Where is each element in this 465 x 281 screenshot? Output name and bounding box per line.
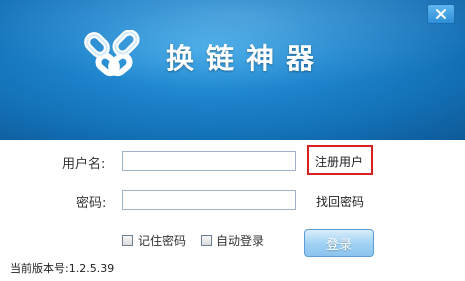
auto-login-label[interactable]: 自动登录 bbox=[216, 232, 264, 249]
recover-password-link[interactable]: 找回密码 bbox=[316, 193, 364, 210]
username-input[interactable] bbox=[122, 151, 296, 171]
register-link[interactable]: 注册用户 bbox=[315, 153, 363, 170]
version-text: 当前版本号:1.2.5.39 bbox=[10, 262, 115, 275]
remember-password-label[interactable]: 记住密码 bbox=[138, 232, 186, 249]
username-label: 用户名: bbox=[62, 157, 106, 172]
password-label: 密码: bbox=[76, 196, 107, 211]
password-input[interactable] bbox=[122, 190, 296, 210]
auto-login-checkbox[interactable] bbox=[201, 235, 212, 246]
header-banner: 换链神器 bbox=[0, 0, 465, 140]
close-button[interactable] bbox=[427, 4, 455, 24]
login-button[interactable]: 登录 bbox=[304, 229, 374, 257]
close-icon bbox=[436, 9, 446, 19]
remember-password-checkbox[interactable] bbox=[122, 235, 133, 246]
login-window: 换链神器 用户名: 注册用户 密码: 找回密码 记住密码 自动登录 登录 当前版… bbox=[0, 0, 465, 281]
app-title: 换链神器 bbox=[166, 42, 327, 75]
chain-link-logo-icon bbox=[84, 30, 140, 77]
